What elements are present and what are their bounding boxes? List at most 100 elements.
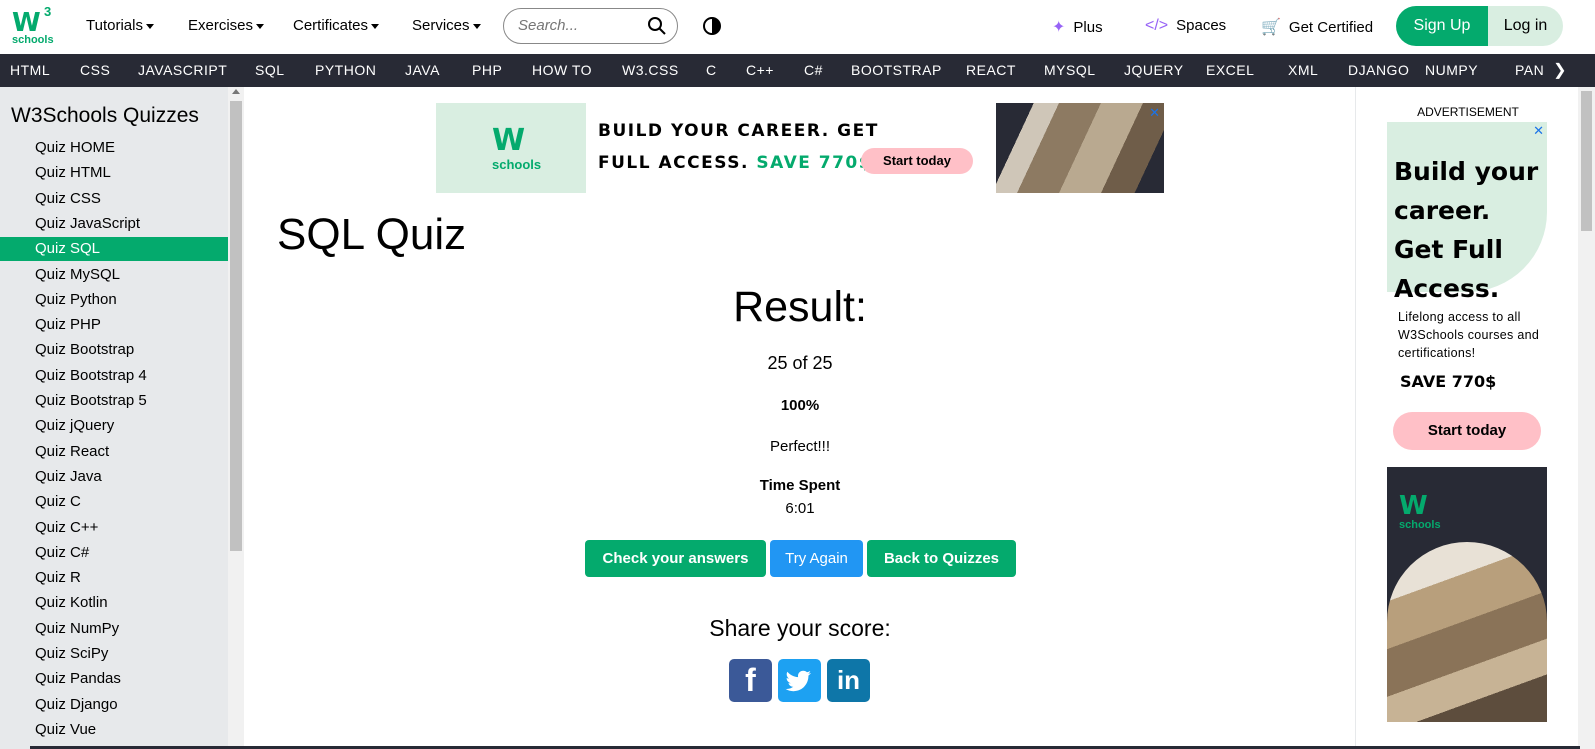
linkedin-icon[interactable]: in — [827, 659, 870, 702]
topic-link[interactable]: C# — [804, 62, 823, 78]
sparkle-icon: ✦ — [1052, 19, 1066, 36]
top-header: W 3 schools Tutorials Exercises Certific… — [0, 0, 1595, 54]
sidebar-item[interactable]: Quiz HTML — [0, 161, 228, 185]
time-spent-value: 6:01 — [785, 500, 815, 517]
percent-text: 100% — [780, 397, 820, 414]
topics-nav: ❯ HTML CSS JAVASCRIPT SQL PYTHON JAVA PHP HOW T… — [0, 54, 1595, 87]
sidebar-item[interactable]: Quiz Kotlin — [0, 591, 228, 615]
sidebar-item[interactable]: Quiz C++ — [0, 516, 228, 540]
nav-exercises[interactable]: Exercises — [188, 17, 265, 34]
sidebar-item[interactable]: Quiz CSS — [0, 187, 228, 211]
sidebar-item[interactable]: Quiz NumPy — [0, 617, 228, 641]
topic-link[interactable]: JAVA — [405, 62, 440, 78]
sidebar-scrollbar[interactable] — [228, 87, 244, 749]
topic-link[interactable]: REACT — [966, 62, 1016, 78]
sidebar-item[interactable]: Quiz PHP — [0, 313, 228, 337]
topic-link[interactable]: HTML — [10, 62, 50, 78]
side-ad-save: SAVE 770$ — [1400, 372, 1497, 391]
sidebar-item[interactable]: Quiz Bootstrap — [0, 338, 228, 362]
topic-link[interactable]: PHP — [472, 62, 502, 78]
contrast-toggle-icon[interactable] — [703, 17, 721, 35]
nav-certificates-label: Certificates — [293, 17, 369, 34]
search-icon[interactable] — [647, 16, 667, 36]
topic-link[interactable]: PAN — [1515, 62, 1544, 78]
nav-tutorials[interactable]: Tutorials — [86, 17, 154, 34]
w3schools-logo[interactable]: W 3 schools — [10, 4, 58, 48]
search-box[interactable] — [503, 8, 678, 44]
back-to-quizzes-button[interactable]: Back to Quizzes — [867, 540, 1016, 577]
plus-link[interactable]: ✦ Plus — [1052, 17, 1103, 37]
sidebar-title: W3Schools Quizzes — [11, 104, 199, 127]
ad-headline-line1: BUILD YOUR CAREER. GET — [598, 121, 879, 141]
topic-link[interactable]: HOW TO — [532, 62, 592, 78]
scroll-up-arrow-icon[interactable] — [232, 89, 240, 94]
topic-link[interactable]: DJANGO — [1348, 62, 1409, 78]
caret-down-icon — [371, 23, 380, 29]
get-certified-label: Get Certified — [1288, 19, 1374, 36]
sidebar-item[interactable]: Quiz SQL — [0, 237, 228, 262]
search-input[interactable] — [518, 17, 638, 34]
sidebar-item[interactable]: Quiz JavaScript — [0, 212, 228, 236]
sidebar-item[interactable]: Quiz Django — [0, 693, 228, 717]
ad-logo-mark: W — [492, 123, 525, 158]
topic-link[interactable]: NUMPY — [1425, 62, 1478, 78]
check-answers-button[interactable]: Check your answers — [585, 540, 766, 577]
topic-link[interactable]: PYTHON — [315, 62, 376, 78]
sidebar-item[interactable]: Quiz Java — [0, 465, 228, 489]
logo-superscript: 3 — [44, 4, 52, 19]
side-ad[interactable]: Build your career. Get Full Access. ✕ Li… — [1387, 122, 1547, 722]
banner-ad[interactable]: W schools BUILD YOUR CAREER. GET FULL AC… — [436, 103, 1164, 193]
ad-close-icon[interactable]: ✕ — [1149, 105, 1160, 121]
ad-full-access: FULL ACCESS. — [598, 153, 749, 173]
ad-photo — [996, 103, 1164, 193]
topic-link[interactable]: XML — [1288, 62, 1318, 78]
spaces-label: Spaces — [1176, 17, 1227, 34]
sidebar-scroll-thumb[interactable] — [230, 101, 242, 551]
topic-link[interactable]: EXCEL — [1206, 62, 1254, 78]
topic-link[interactable]: W3.CSS — [622, 62, 679, 78]
score-text: 25 of 25 — [767, 353, 833, 373]
get-certified-link[interactable]: 🛒 Get Certified — [1261, 17, 1373, 37]
caret-down-icon — [145, 23, 154, 29]
facebook-icon[interactable]: f — [729, 659, 772, 702]
nav-certificates[interactable]: Certificates — [293, 17, 380, 34]
topic-link[interactable]: JQUERY — [1124, 62, 1184, 78]
nav-services[interactable]: Services — [412, 17, 481, 34]
side-ad-headline: Build your career. Get Full Access. — [1394, 157, 1539, 303]
twitter-icon[interactable] — [778, 659, 821, 702]
sidebar-item[interactable]: Quiz Bootstrap 5 — [0, 389, 228, 413]
sign-up-button[interactable]: Sign Up — [1396, 6, 1488, 46]
side-ad-close-icon[interactable]: ✕ — [1533, 123, 1544, 139]
side-ad-start-button[interactable]: Start today — [1393, 412, 1541, 450]
side-ad-image-panel: W schools — [1387, 467, 1547, 722]
sidebar-item[interactable]: Quiz R — [0, 566, 228, 590]
page-scrollbar[interactable] — [1578, 87, 1595, 749]
sidebar-item[interactable]: Quiz MySQL — [0, 263, 228, 287]
column-divider — [1355, 87, 1356, 749]
sidebar-item[interactable]: Quiz C# — [0, 541, 228, 565]
topic-link[interactable]: C — [706, 62, 717, 78]
topic-link[interactable]: BOOTSTRAP — [851, 62, 942, 78]
log-in-button[interactable]: Log in — [1488, 6, 1563, 46]
sidebar-item[interactable]: Quiz Python — [0, 288, 228, 312]
sidebar-item[interactable]: Quiz Bootstrap 4 — [0, 364, 228, 388]
spaces-link[interactable]: </> Spaces — [1145, 17, 1226, 35]
topic-link[interactable]: C++ — [746, 62, 774, 78]
sidebar-item[interactable]: Quiz jQuery — [0, 414, 228, 438]
sidebar-item[interactable]: Quiz HOME — [0, 136, 228, 160]
sidebar-item[interactable]: Quiz C — [0, 490, 228, 514]
topic-link[interactable]: SQL — [255, 62, 285, 78]
sidebar-item[interactable]: Quiz Vue — [0, 718, 228, 742]
logo-subtext: schools — [12, 34, 54, 46]
ad-save-amount: SAVE 770$ — [756, 153, 873, 173]
sidebar-item[interactable]: Quiz React — [0, 440, 228, 464]
ad-start-today-button[interactable]: Start today — [861, 148, 973, 174]
try-again-button[interactable]: Try Again — [770, 540, 863, 577]
chevron-right-icon[interactable]: ❯ — [1553, 60, 1567, 80]
topic-link[interactable]: CSS — [80, 62, 110, 78]
page-scroll-thumb[interactable] — [1581, 91, 1592, 231]
sidebar-item[interactable]: Quiz SciPy — [0, 642, 228, 666]
topic-link[interactable]: MYSQL — [1044, 62, 1096, 78]
topic-link[interactable]: JAVASCRIPT — [138, 62, 227, 78]
sidebar-item[interactable]: Quiz Pandas — [0, 667, 228, 691]
